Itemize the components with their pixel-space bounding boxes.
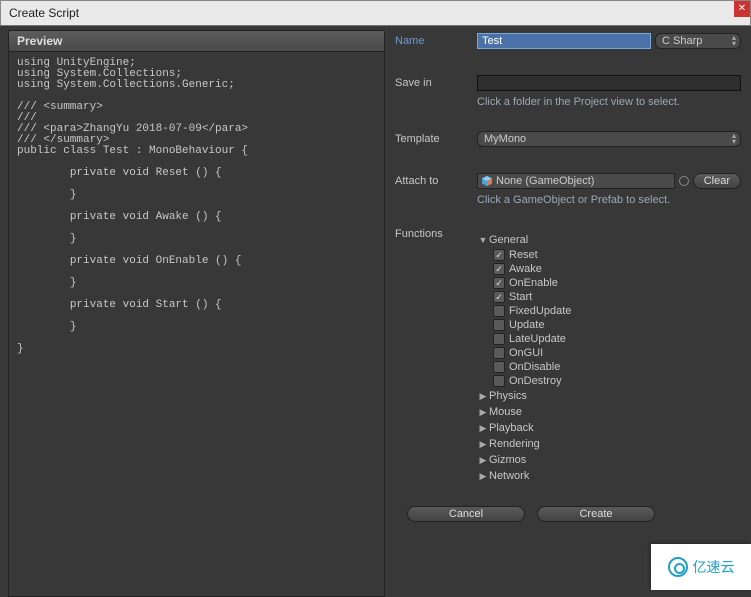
- function-item-label: Reset: [509, 249, 538, 261]
- functions-label: Functions: [395, 228, 477, 240]
- create-button[interactable]: Create: [537, 506, 655, 522]
- function-checkbox[interactable]: [493, 375, 505, 387]
- function-item: ✓ Start: [493, 290, 741, 304]
- function-item-label: FixedUpdate: [509, 305, 571, 317]
- function-item: OnDestroy: [493, 374, 741, 388]
- foldout-open-icon: ▼: [477, 235, 489, 245]
- attach-hint: Click a GameObject or Prefab to select.: [477, 194, 741, 206]
- function-group[interactable]: ▶Playback: [477, 420, 741, 436]
- function-item-label: OnDestroy: [509, 375, 562, 387]
- form-panel: Name C Sharp ▴▾ Save in Click a folder i…: [385, 26, 751, 590]
- function-group[interactable]: ▶Mouse: [477, 404, 741, 420]
- name-label: Name: [395, 35, 477, 47]
- function-item: ✓ OnEnable: [493, 276, 741, 290]
- function-group[interactable]: ▼General: [477, 232, 741, 248]
- titlebar: Create Script ✕: [0, 0, 751, 26]
- name-input[interactable]: [477, 33, 651, 49]
- function-item: LateUpdate: [493, 332, 741, 346]
- dropdown-arrows-icon: ▴▾: [732, 35, 736, 47]
- function-group-label: Network: [489, 470, 529, 482]
- preview-panel: Preview using UnityEngine; using System.…: [0, 26, 385, 590]
- function-checkbox[interactable]: [493, 319, 505, 331]
- function-group-label: Gizmos: [489, 454, 526, 466]
- function-group[interactable]: ▶Network: [477, 468, 741, 484]
- watermark-logo-icon: [668, 557, 688, 577]
- dropdown-arrows-icon: ▴▾: [732, 133, 736, 145]
- watermark-text: 亿速云: [693, 557, 735, 577]
- function-item: OnDisable: [493, 360, 741, 374]
- savein-hint: Click a folder in the Project view to se…: [477, 96, 741, 108]
- function-item: FixedUpdate: [493, 304, 741, 318]
- watermark: 亿速云: [651, 544, 751, 590]
- content: Preview using UnityEngine; using System.…: [0, 26, 751, 590]
- foldout-closed-icon: ▶: [477, 407, 489, 418]
- function-checkbox[interactable]: ✓: [493, 291, 505, 303]
- preview-header: Preview: [8, 30, 385, 52]
- function-item-label: Update: [509, 319, 544, 331]
- window-title: Create Script: [9, 6, 79, 20]
- function-checkbox[interactable]: [493, 347, 505, 359]
- clear-button[interactable]: Clear: [693, 173, 741, 189]
- function-group[interactable]: ▶Physics: [477, 388, 741, 404]
- function-group-label: Rendering: [489, 438, 540, 450]
- template-label: Template: [395, 133, 477, 145]
- function-checkbox[interactable]: ✓: [493, 249, 505, 261]
- function-item-label: Awake: [509, 263, 542, 275]
- close-button[interactable]: ✕: [734, 1, 750, 17]
- function-checkbox[interactable]: [493, 361, 505, 373]
- function-item: ✓ Awake: [493, 262, 741, 276]
- function-item: Update: [493, 318, 741, 332]
- function-item: ✓ Reset: [493, 248, 741, 262]
- function-checkbox[interactable]: ✓: [493, 263, 505, 275]
- gameobject-icon: [482, 176, 492, 186]
- function-group-label: Mouse: [489, 406, 522, 418]
- function-group-label: General: [489, 234, 528, 246]
- attach-object-field[interactable]: None (GameObject): [477, 173, 675, 189]
- function-group[interactable]: ▶Gizmos: [477, 452, 741, 468]
- preview-code: using UnityEngine; using System.Collecti…: [8, 52, 385, 597]
- function-item-label: LateUpdate: [509, 333, 566, 345]
- function-item: OnGUI: [493, 346, 741, 360]
- function-item-label: OnEnable: [509, 277, 558, 289]
- function-group-label: Physics: [489, 390, 527, 402]
- function-item-label: Start: [509, 291, 532, 303]
- function-checkbox[interactable]: [493, 305, 505, 317]
- language-dropdown[interactable]: C Sharp ▴▾: [655, 33, 741, 49]
- functions-tree: ▼General✓Reset✓Awake✓OnEnable✓StartFixed…: [477, 232, 741, 484]
- function-group[interactable]: ▶Rendering: [477, 436, 741, 452]
- template-dropdown[interactable]: MyMono ▴▾: [477, 131, 741, 147]
- savein-label: Save in: [395, 77, 477, 89]
- foldout-closed-icon: ▶: [477, 471, 489, 482]
- function-item-label: OnGUI: [509, 347, 543, 359]
- object-picker-button[interactable]: [679, 176, 689, 186]
- function-checkbox[interactable]: [493, 333, 505, 345]
- template-value: MyMono: [484, 133, 526, 145]
- function-checkbox[interactable]: ✓: [493, 277, 505, 289]
- attach-value: None (GameObject): [496, 175, 594, 187]
- foldout-closed-icon: ▶: [477, 439, 489, 450]
- function-item-label: OnDisable: [509, 361, 560, 373]
- savein-input[interactable]: [477, 75, 741, 91]
- cancel-button[interactable]: Cancel: [407, 506, 525, 522]
- function-group-label: Playback: [489, 422, 534, 434]
- attach-label: Attach to: [395, 175, 477, 187]
- foldout-closed-icon: ▶: [477, 423, 489, 434]
- foldout-closed-icon: ▶: [477, 391, 489, 402]
- foldout-closed-icon: ▶: [477, 455, 489, 466]
- language-value: C Sharp: [662, 35, 702, 47]
